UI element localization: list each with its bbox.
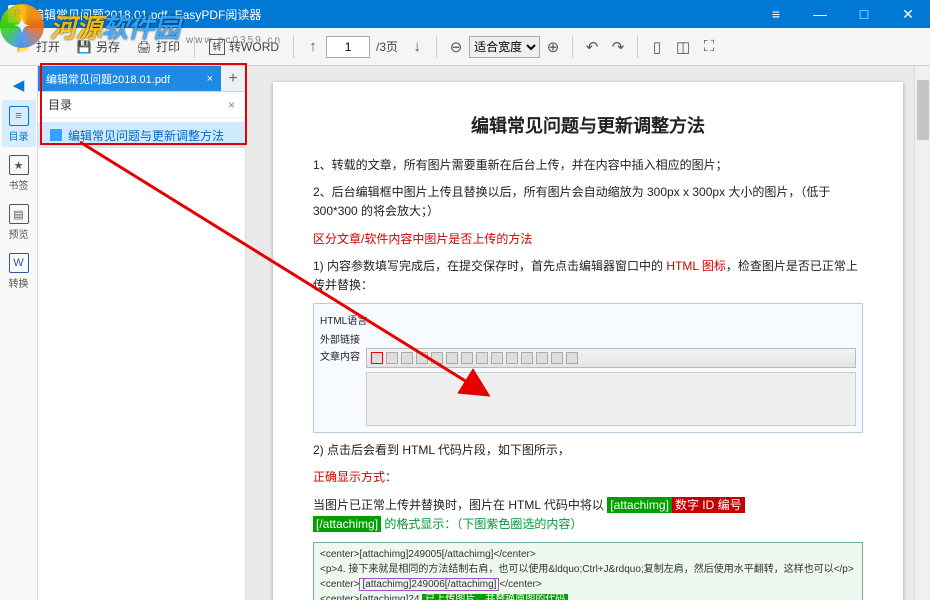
print-button[interactable]: 🖨打印: [128, 34, 188, 59]
paragraph: 1) 内容参数填写完成后，在提交保存时，首先点击编辑器窗口中的 HTML 图标，…: [313, 257, 863, 295]
paragraph: 2) 点击后会看到 HTML 代码片段，如下图所示，: [313, 441, 863, 460]
double-page-button[interactable]: ◫: [670, 34, 696, 60]
convert-icon: W: [9, 253, 29, 273]
new-tab-button[interactable]: +: [221, 66, 245, 91]
titlebar: P 编辑常见问题2018.01.pdf- EasyPDF阅读器 ≡ — □ ✕: [0, 0, 930, 28]
page-up-button[interactable]: ↑: [300, 34, 326, 60]
page-down-button[interactable]: ↓: [404, 34, 430, 60]
page-number-input[interactable]: [326, 36, 370, 58]
word-icon: 转: [209, 39, 225, 55]
print-icon: 🖨: [136, 39, 152, 55]
mini-toolbar: [366, 348, 856, 368]
editor-screenshot: HTML语言 外部链接 文章内容: [313, 303, 863, 433]
zoom-in-button[interactable]: ⊕: [540, 34, 566, 60]
page-total-label: /3页: [376, 38, 398, 55]
menu-button[interactable]: ≡: [754, 0, 798, 28]
toc-icon: ≡: [9, 106, 29, 126]
app-icon: P: [8, 5, 26, 23]
scrollbar-thumb[interactable]: [917, 80, 929, 140]
sidebar-item-bookmark[interactable]: ★书签: [2, 149, 36, 196]
document-tabs: 编辑常见问题2018.01.pdf × +: [38, 66, 245, 92]
minimize-button[interactable]: —: [798, 0, 842, 28]
paragraph: 2、后台编辑框中图片上传且替换以后，所有图片会自动缩放为 300px x 300…: [313, 183, 863, 221]
tab-document[interactable]: 编辑常见问题2018.01.pdf ×: [38, 66, 221, 91]
tab-close-icon[interactable]: ×: [207, 73, 213, 85]
tab-label: 编辑常见问题2018.01.pdf: [46, 71, 201, 87]
save-icon: 💾: [76, 39, 92, 55]
code-block: <center>[attachimg]249005[/attachimg]</c…: [313, 542, 863, 600]
folder-icon: 📂: [16, 39, 32, 55]
rotate-right-button[interactable]: ↷: [605, 34, 631, 60]
open-button[interactable]: 📂打开: [8, 34, 68, 59]
editor-area: [366, 372, 856, 426]
close-button[interactable]: ✕: [886, 0, 930, 28]
outline-item[interactable]: 编辑常见问题与更新调整方法: [38, 122, 245, 148]
panel-header: 目录 ×: [38, 92, 245, 118]
bookmark-icon: ★: [9, 155, 29, 175]
vertical-scrollbar[interactable]: [914, 66, 930, 600]
window-title: 编辑常见问题2018.01.pdf- EasyPDF阅读器: [32, 6, 754, 23]
paragraph-warning: 正确显示方式：: [313, 468, 863, 487]
fullscreen-button[interactable]: ⛶: [696, 34, 722, 60]
outline-panel: 编辑常见问题2018.01.pdf × + 目录 × 编辑常见问题与更新调整方法: [38, 66, 246, 600]
maximize-button[interactable]: □: [842, 0, 886, 28]
html-icon: [371, 352, 383, 364]
paragraph-warning: 区分文章/软件内容中图片是否上传的方法: [313, 230, 863, 249]
sidebar-item-convert[interactable]: W转换: [2, 247, 36, 294]
outline-tree: 编辑常见问题与更新调整方法: [38, 118, 245, 600]
paragraph: 1、转载的文章，所有图片需要重新在后台上传，并在内容中插入相应的图片；: [313, 156, 863, 175]
saveas-button[interactable]: 💾另存: [68, 34, 128, 59]
collapse-panel-button[interactable]: ◀: [6, 72, 32, 98]
panel-title: 目录: [48, 96, 72, 113]
outline-item-label: 编辑常见问题与更新调整方法: [68, 127, 224, 144]
toword-button[interactable]: 转转WORD: [201, 34, 287, 59]
zoom-select[interactable]: 适合宽度: [469, 36, 540, 58]
pdf-page: 编辑常见问题与更新调整方法 1、转载的文章，所有图片需要重新在后台上传，并在内容…: [273, 82, 903, 600]
toolbar: 📂打开 💾另存 🖨打印 转转WORD ↑ /3页 ↓ ⊖ 适合宽度 ⊕ ↶ ↷ …: [0, 28, 930, 66]
document-view[interactable]: 编辑常见问题与更新调整方法 1、转载的文章，所有图片需要重新在后台上传，并在内容…: [246, 66, 930, 600]
paragraph: 当图片已正常上传并替换时，图片在 HTML 代码中将以 [attachimg]数…: [313, 496, 863, 534]
left-sidebar: ◀ ≡目录 ★书签 ▤预览 W转换: [0, 66, 38, 600]
sidebar-item-preview[interactable]: ▤预览: [2, 198, 36, 245]
panel-close-icon[interactable]: ×: [228, 98, 235, 112]
page-title: 编辑常见问题与更新调整方法: [313, 112, 863, 138]
outline-bullet-icon: [50, 129, 62, 141]
zoom-out-button[interactable]: ⊖: [443, 34, 469, 60]
single-page-button[interactable]: ▯: [644, 34, 670, 60]
rotate-left-button[interactable]: ↶: [579, 34, 605, 60]
sidebar-item-toc[interactable]: ≡目录: [2, 100, 36, 147]
preview-icon: ▤: [9, 204, 29, 224]
